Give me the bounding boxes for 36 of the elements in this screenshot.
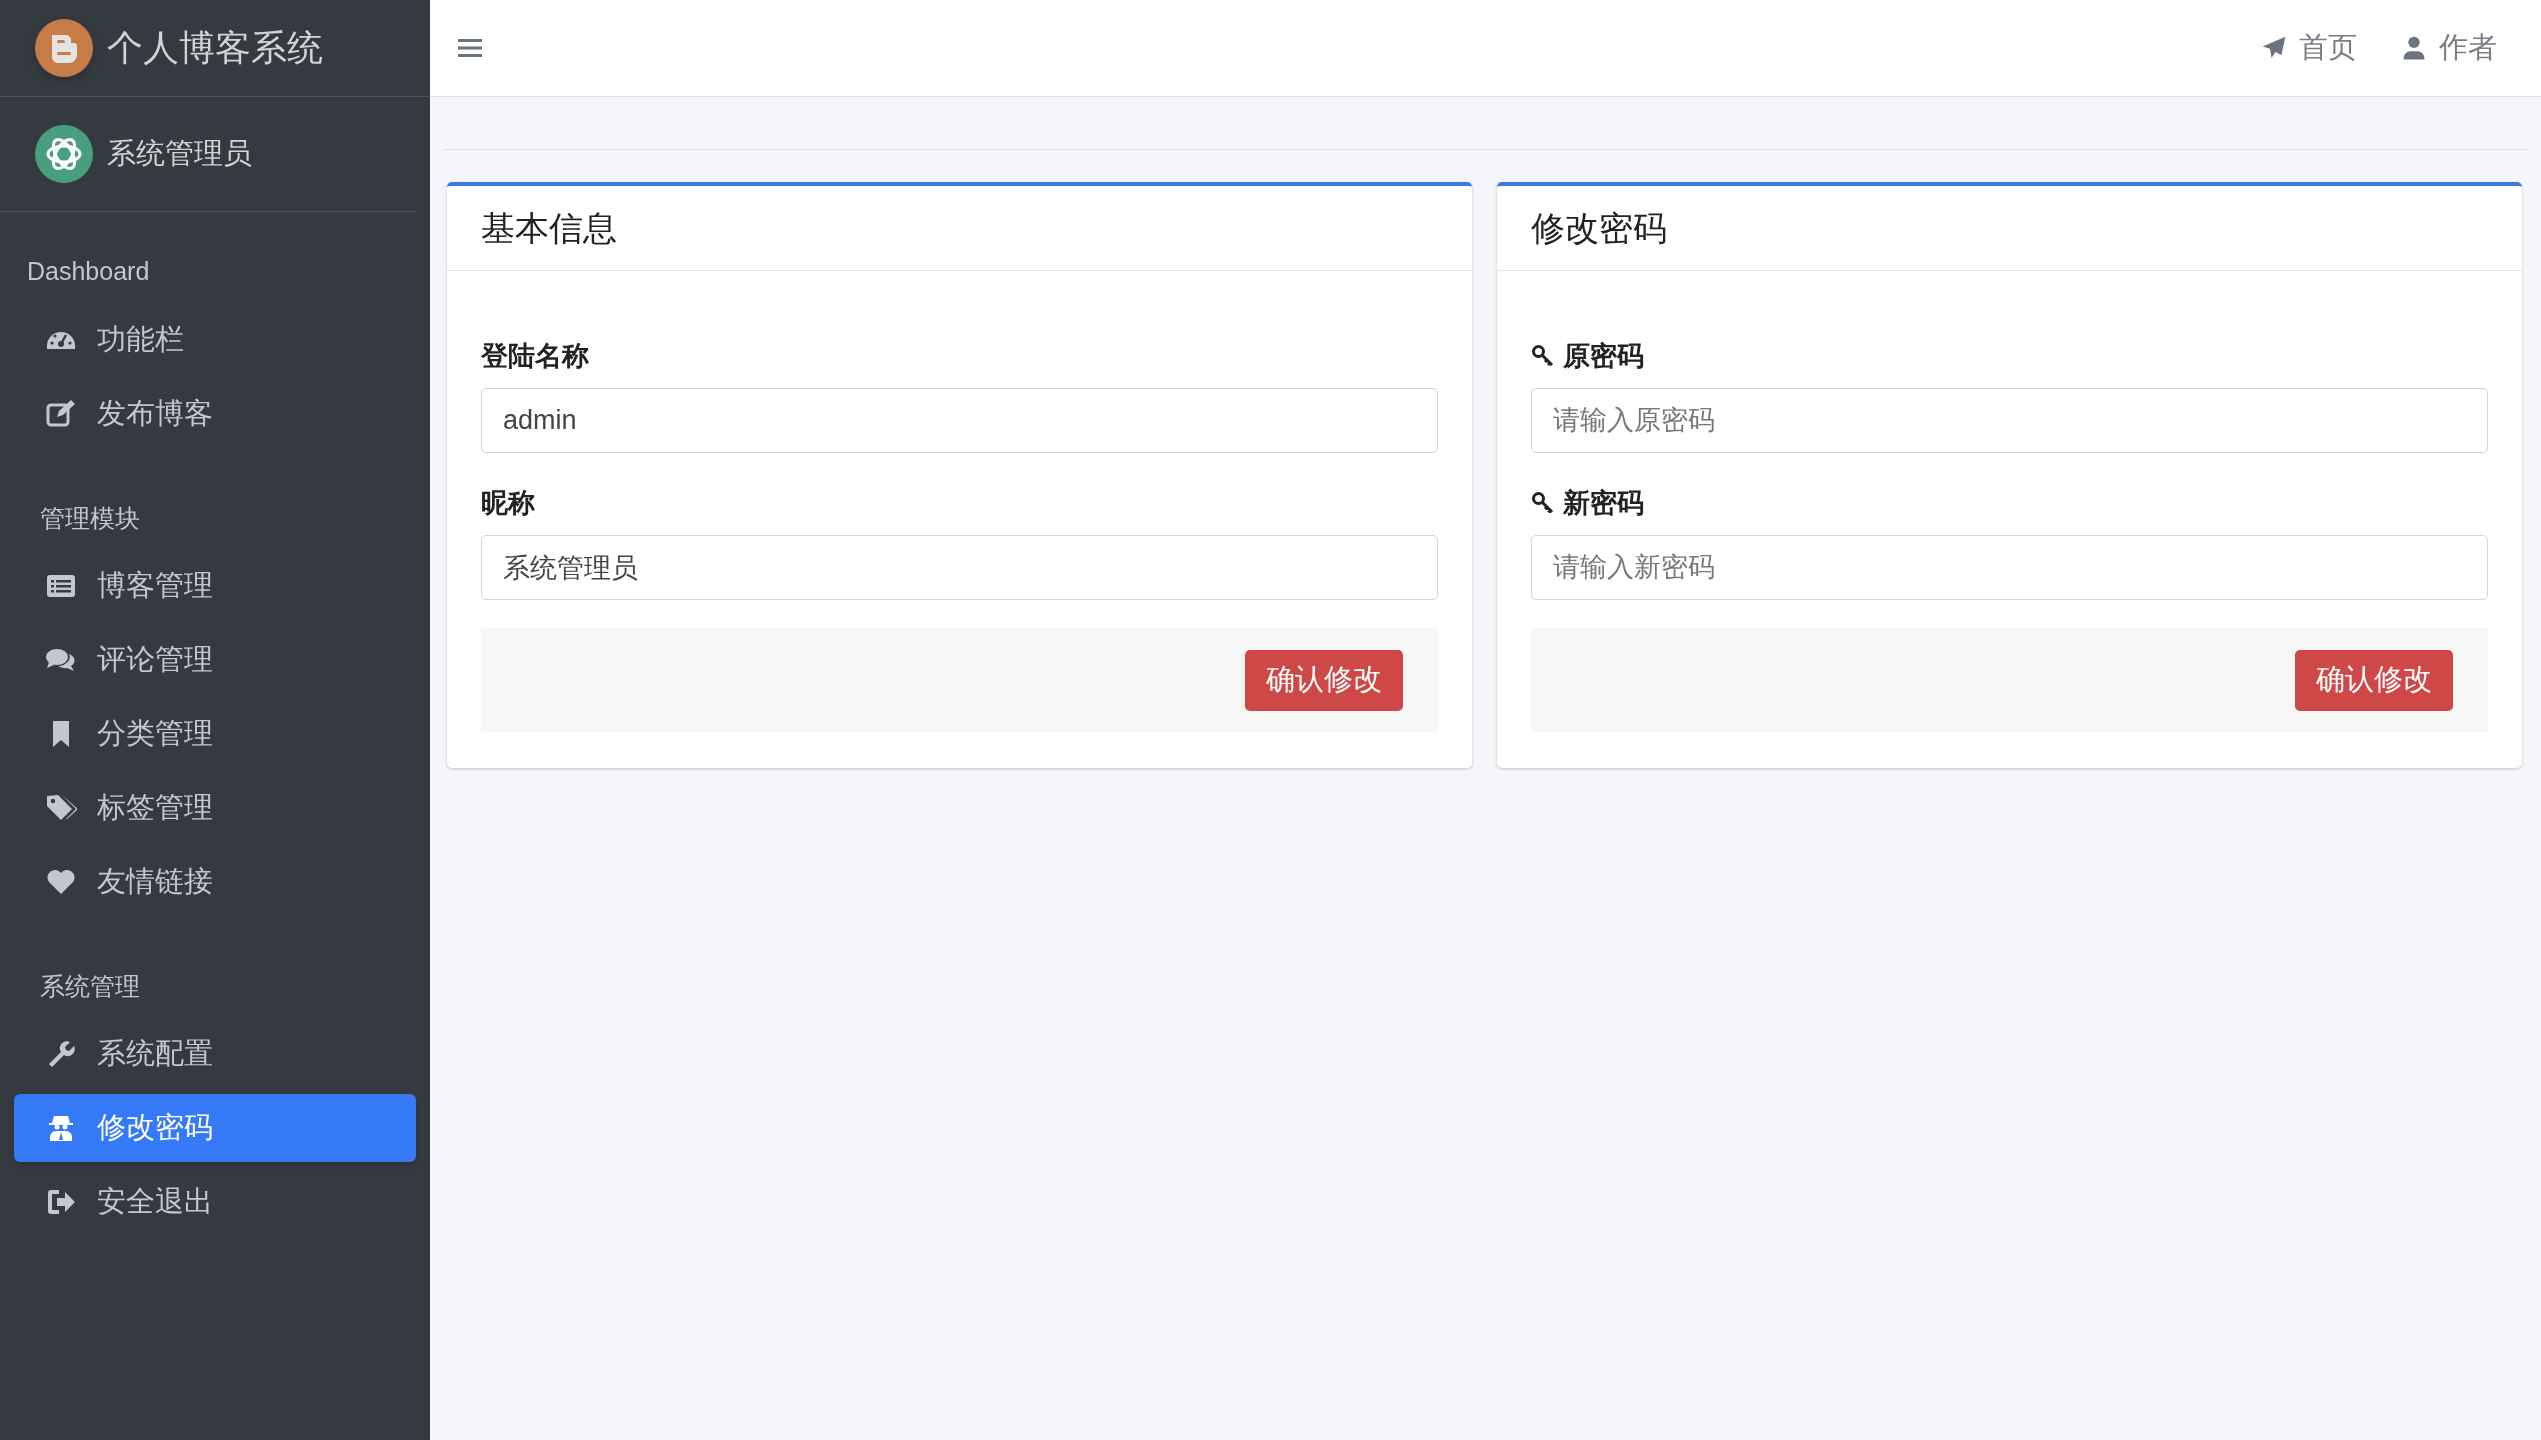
nav-item[interactable]: 发布博客: [14, 380, 416, 448]
nav-item[interactable]: 修改密码: [14, 1094, 416, 1162]
menu-icon[interactable]: [456, 36, 484, 60]
brand-title[interactable]: 个人博客系统: [107, 21, 323, 75]
nav-item[interactable]: 功能栏: [14, 306, 416, 374]
key-icon: [1531, 344, 1555, 368]
input-field[interactable]: admin: [481, 388, 1438, 453]
card-title: 基本信息: [481, 207, 617, 249]
nav-item[interactable]: 友情链接: [14, 848, 416, 916]
field-label: 登陆名称: [481, 339, 589, 373]
key-icon: [1531, 491, 1555, 515]
nav-item[interactable]: 标签管理: [14, 774, 416, 842]
header-link[interactable]: 首页: [2261, 26, 2357, 70]
section-heading: 管理模块: [39, 503, 141, 535]
section-heading: 系统管理: [39, 971, 141, 1003]
header-link[interactable]: 作者: [2401, 26, 2497, 70]
confirm-button[interactable]: 确认修改: [1245, 649, 1403, 711]
avatar-icon: [35, 125, 93, 183]
field-label: 昵称: [481, 486, 535, 520]
card-title: 修改密码: [1531, 207, 1667, 249]
nav-item[interactable]: 分类管理: [14, 700, 416, 768]
nav-item[interactable]: 系统配置: [14, 1020, 416, 1088]
nav-item[interactable]: 安全退出: [14, 1168, 416, 1236]
user-icon: [2401, 35, 2427, 61]
logo-icon: [35, 19, 93, 77]
user-name[interactable]: 系统管理员: [107, 132, 252, 176]
input-field[interactable]: 系统管理员: [481, 535, 1438, 600]
edit-icon: [45, 398, 77, 430]
field-label: 原密码: [1563, 339, 1644, 373]
input-field[interactable]: 请输入原密码: [1531, 388, 2488, 453]
nav-item[interactable]: 博客管理: [14, 552, 416, 620]
nav-item[interactable]: 评论管理: [14, 626, 416, 694]
section-heading: Dashboard: [26, 256, 151, 288]
field-label: 新密码: [1563, 486, 1644, 520]
confirm-button[interactable]: 确认修改: [2295, 649, 2453, 711]
input-field[interactable]: 请输入新密码: [1531, 535, 2488, 600]
